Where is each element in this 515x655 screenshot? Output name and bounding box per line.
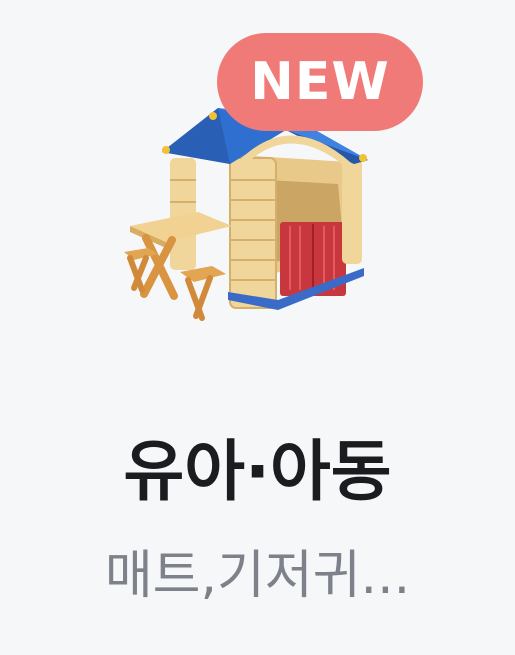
category-subtitle: 매트,기저귀... <box>104 546 411 606</box>
category-card[interactable]: NEW 유아·아동 매트,기저귀... <box>0 0 515 655</box>
new-badge: NEW <box>217 33 423 131</box>
category-title: 유아·아동 <box>123 433 392 510</box>
playhouse-image <box>118 100 378 330</box>
